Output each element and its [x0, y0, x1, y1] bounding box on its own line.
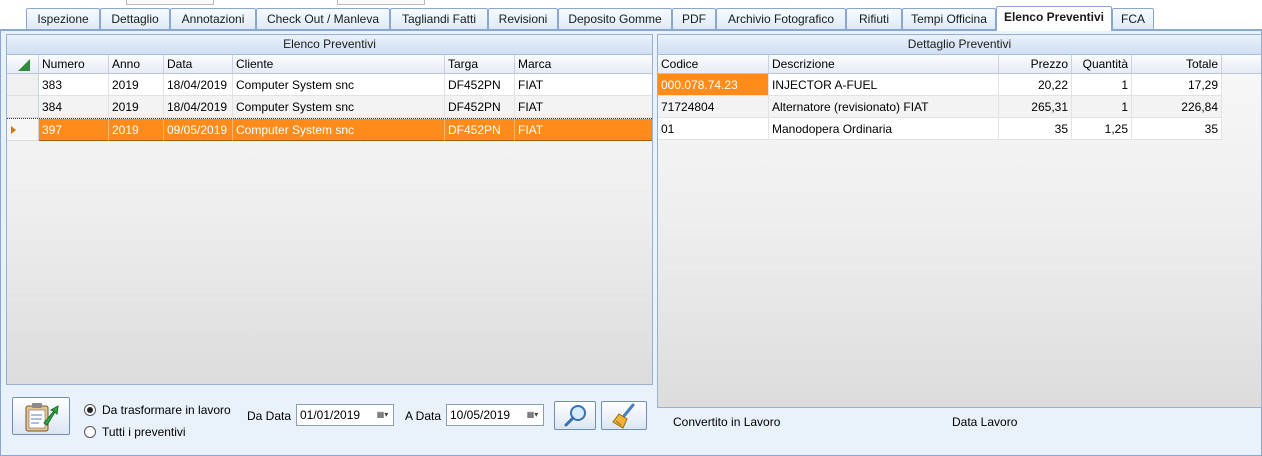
tab-dettaglio[interactable]: Dettaglio [100, 8, 170, 30]
tab-tagliandi-fatti[interactable]: Tagliandi Fatti [390, 8, 488, 30]
cell-codice: 71724804 [658, 96, 769, 118]
upper-field-stub [126, 0, 214, 5]
radio-trasformare-label: Da trasformare in lavoro [102, 403, 231, 417]
table-row[interactable]: 000.078.74.23 INJECTOR A-FUEL 20,22 1 17… [658, 74, 1261, 96]
grid-title: Dettaglio Preventivi [658, 35, 1261, 55]
data-lavoro-label: Data Lavoro [952, 415, 1018, 429]
table-row[interactable]: 71724804 Alternatore (revisionato) FIAT … [658, 96, 1261, 118]
row-header[interactable] [7, 74, 39, 96]
cell-anno: 2019 [109, 119, 164, 141]
table-row[interactable]: 383 2019 18/04/2019 Computer System snc … [7, 74, 652, 96]
table-row[interactable]: 384 2019 18/04/2019 Computer System snc … [7, 96, 652, 118]
column-header-targa[interactable]: Targa [445, 55, 515, 74]
cell-marca: FIAT [515, 74, 652, 96]
cell-data: 18/04/2019 [164, 96, 233, 118]
cell-cliente: Computer System snc [233, 96, 445, 118]
da-data-field[interactable]: 01/01/2019 ▦▾ [296, 404, 394, 426]
calendar-dropdown-icon[interactable]: ▦▾ [373, 406, 392, 424]
corner-triangle-icon [18, 59, 30, 71]
dettaglio-preventivi-grid[interactable]: Dettaglio Preventivi Codice Descrizione … [657, 34, 1262, 408]
da-data-value: 01/01/2019 [300, 408, 361, 422]
radio-trasformare-indicator[interactable] [84, 404, 96, 416]
tab-elenco-preventivi[interactable]: Elenco Preventivi [996, 6, 1112, 31]
cell-anno: 2019 [109, 96, 164, 118]
tab-ispezione[interactable]: Ispezione [26, 8, 100, 30]
column-header-descrizione[interactable]: Descrizione [769, 55, 999, 74]
cell-quantita: 1,25 [1072, 118, 1132, 140]
column-header-filler [1222, 55, 1261, 74]
search-button[interactable] [554, 401, 596, 430]
table-row[interactable]: 01 Manodopera Ordinaria 35 1,25 35 [658, 118, 1261, 140]
column-header-cliente[interactable]: Cliente [233, 55, 445, 74]
tab-strip: Ispezione Dettaglio Annotazioni Check Ou… [0, 6, 1262, 31]
cell-anno: 2019 [109, 74, 164, 96]
column-header-numero[interactable]: Numero [39, 55, 109, 74]
cell-prezzo: 20,22 [999, 74, 1072, 96]
cell-cliente: Computer System snc [233, 74, 445, 96]
column-header-codice[interactable]: Codice [658, 55, 769, 74]
cell-cliente: Computer System snc [233, 119, 445, 141]
column-header-quantita[interactable]: Quantità [1072, 55, 1132, 74]
row-header[interactable] [7, 96, 39, 118]
row-header[interactable] [7, 119, 39, 141]
cell-quantita: 1 [1072, 96, 1132, 118]
grid-title: Elenco Preventivi [7, 35, 652, 55]
cell-totale: 226,84 [1132, 96, 1222, 118]
clear-filter-button[interactable] [601, 401, 647, 430]
convertito-in-lavoro-label: Convertito in Lavoro [673, 415, 781, 429]
radio-tutti-indicator[interactable] [84, 426, 96, 438]
cell-targa: DF452PN [445, 119, 515, 141]
table-row-selected[interactable]: 397 2019 09/05/2019 Computer System snc … [7, 118, 652, 141]
column-header-totale[interactable]: Totale [1132, 55, 1222, 74]
a-data-label: A Data [405, 409, 442, 423]
column-header-anno[interactable]: Anno [109, 55, 164, 74]
tab-archivio-fotografico[interactable]: Archivio Fotografico [716, 8, 846, 30]
radio-trasformare[interactable]: Da trasformare in lavoro [84, 402, 244, 418]
broom-icon [612, 403, 635, 429]
current-row-arrow-icon [11, 126, 16, 134]
cell-totale: 17,29 [1132, 74, 1222, 96]
select-all-corner[interactable] [7, 55, 39, 74]
upper-field-stub [337, 0, 425, 5]
cell-descrizione: Manodopera Ordinaria [769, 118, 999, 140]
cell-targa: DF452PN [445, 96, 515, 118]
clipboard-arrow-icon [25, 403, 59, 432]
cell-descrizione: INJECTOR A-FUEL [769, 74, 999, 96]
column-header-prezzo[interactable]: Prezzo [999, 55, 1072, 74]
magnifier-icon [564, 405, 586, 427]
calendar-dropdown-icon[interactable]: ▦▾ [523, 406, 542, 424]
cell-numero: 384 [39, 96, 109, 118]
tab-deposito-gomme[interactable]: Deposito Gomme [558, 8, 672, 30]
cell-totale: 35 [1132, 118, 1222, 140]
tab-fca[interactable]: FCA [1112, 8, 1154, 30]
cell-numero: 397 [39, 119, 109, 141]
cell-data: 09/05/2019 [164, 119, 233, 141]
tab-revisioni[interactable]: Revisioni [488, 8, 558, 30]
tab-tempi-officina[interactable]: Tempi Officina [902, 8, 996, 30]
a-data-field[interactable]: 10/05/2019 ▦▾ [446, 404, 544, 426]
column-header-data[interactable]: Data [164, 55, 233, 74]
cell-descrizione: Alternatore (revisionato) FIAT [769, 96, 999, 118]
cell-quantita: 1 [1072, 74, 1132, 96]
cell-prezzo: 35 [999, 118, 1072, 140]
cell-codice: 01 [658, 118, 769, 140]
tab-check-out-manleva[interactable]: Check Out / Manleva [256, 8, 390, 30]
tab-rifiuti[interactable]: Rifiuti [846, 8, 902, 30]
da-data-label: Da Data [247, 409, 292, 423]
cell-targa: DF452PN [445, 74, 515, 96]
cell-marca: FIAT [515, 119, 652, 141]
elenco-preventivi-grid[interactable]: Elenco Preventivi Numero Anno Data Clien… [6, 34, 653, 385]
cell-data: 18/04/2019 [164, 74, 233, 96]
tab-pdf[interactable]: PDF [672, 8, 716, 30]
cell-numero: 383 [39, 74, 109, 96]
cell-prezzo: 265,31 [999, 96, 1072, 118]
radio-tutti[interactable]: Tutti i preventivi [84, 424, 244, 440]
a-data-value: 10/05/2019 [450, 408, 511, 422]
tab-annotazioni[interactable]: Annotazioni [170, 8, 256, 30]
convert-to-work-button[interactable] [12, 397, 70, 435]
cell-marca: FIAT [515, 96, 652, 118]
cell-codice: 000.078.74.23 [658, 74, 769, 96]
column-header-marca[interactable]: Marca [515, 55, 652, 74]
radio-tutti-label: Tutti i preventivi [102, 425, 186, 439]
